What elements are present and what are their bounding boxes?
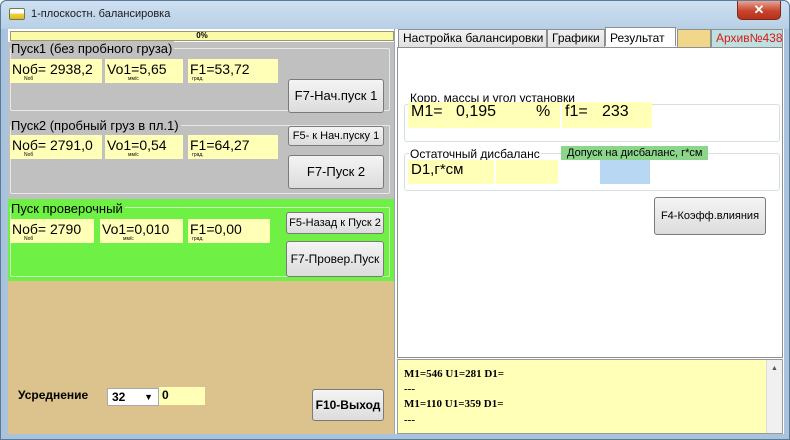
- tab-balancing-settings[interactable]: Настройка балансировки: [398, 29, 547, 47]
- f1-value: 233: [602, 103, 629, 120]
- app-window-icon: [9, 8, 25, 20]
- run2-phase-value: F1=64,27: [190, 137, 250, 153]
- run2-velocity-value: Vo1=0,54: [107, 137, 167, 153]
- m1-unit: %: [536, 103, 551, 120]
- client-area: 0% Пуск1 (без пробного груза) Nоб= 2938,…: [8, 27, 784, 434]
- run2-velocity-field: Vo1=0,54 мм/с: [105, 135, 183, 159]
- run1-phase-unit: град.: [192, 76, 204, 82]
- check-velocity-unit: мм/с: [123, 236, 134, 242]
- averaging-panel: F10-Выход: [8, 281, 394, 434]
- progress-bar: 0%: [10, 31, 394, 41]
- check-phase-value: F1=0,00: [190, 221, 242, 237]
- run2-velocity-unit: мм/с: [128, 152, 139, 158]
- chevron-down-icon: ▼: [144, 392, 153, 402]
- averaging-label: Усреднение: [18, 388, 89, 402]
- log-line: M1=546 U1=281 D1=: [404, 368, 505, 380]
- results-log[interactable]: M1=546 U1=281 D1= --- M1=110 U1=359 D1= …: [397, 359, 783, 434]
- app-window: 1-плоскостн. балансировка ✕ 0% Пуск1 (бе…: [0, 0, 790, 440]
- run2-rpm-value: Nоб= 2791,0: [12, 137, 93, 153]
- close-icon: ✕: [753, 2, 765, 17]
- run1-title: Пуск1 (без пробного груза): [11, 41, 175, 56]
- back-to-run1-button[interactable]: F5- к Нач.пуску 1: [288, 126, 384, 146]
- tab-charts[interactable]: Графики: [547, 29, 605, 47]
- run2-rpm-field: Nоб= 2791,0 Nоб: [10, 135, 102, 159]
- log-line: ---: [404, 383, 415, 395]
- scroll-up-arrow-icon[interactable]: ▲: [771, 364, 778, 372]
- run1-phase-value: F1=53,72: [190, 61, 250, 77]
- tab-bar: Настройка балансировки Графики Результат…: [397, 27, 783, 47]
- start-run1-button[interactable]: F7-Нач.пуск 1: [288, 79, 384, 113]
- influence-coef-button[interactable]: F4-Коэфф.влияния: [654, 197, 766, 235]
- tab-archive[interactable]: Архив№438: [711, 29, 783, 47]
- run1-velocity-value: Vo1=5,65: [107, 61, 167, 77]
- run1-rpm-field: Nоб= 2938,2 Nоб: [10, 59, 102, 83]
- run2-phase-unit: град.: [192, 152, 204, 158]
- run1-panel: Пуск1 (без пробного груза) Nоб= 2938,2 N…: [8, 41, 394, 115]
- d1-field: D1,г*см: [408, 160, 494, 184]
- averaging-select[interactable]: 32 ▼: [107, 388, 159, 406]
- log-line: M1=110 U1=359 D1=: [404, 398, 504, 410]
- back-to-run2-button[interactable]: F5-Назад к Пуск 2: [286, 212, 384, 234]
- m1-value: 0,195: [456, 103, 497, 120]
- check-run-button[interactable]: F7-Провер.Пуск: [286, 241, 384, 277]
- check-run-title: Пуск проверочный: [11, 201, 125, 216]
- run1-velocity-unit: мм/с: [128, 76, 139, 82]
- tab-blank[interactable]: [677, 29, 711, 47]
- run2-title: Пуск2 (пробный груз в пл.1): [11, 118, 181, 133]
- tolerance-label: Допуск на дисбаланс, г*см: [561, 146, 709, 160]
- check-rpm-field: Nоб= 2790 Nоб: [10, 219, 94, 243]
- averaging-select-value: 32: [112, 390, 126, 404]
- f1-label: f1=: [565, 103, 588, 120]
- title-bar[interactable]: 1-плоскостн. балансировка ✕: [1, 1, 789, 29]
- averaging-value-field[interactable]: 0: [159, 387, 205, 405]
- result-page: Корр. массы и угол установки M1= 0,195 %…: [397, 47, 783, 358]
- run1-velocity-field: Vo1=5,65 мм/с: [105, 59, 183, 83]
- run1-rpm-value: Nоб= 2938,2: [12, 61, 93, 77]
- run2-rpm-unit: Nоб: [24, 152, 34, 158]
- window-title: 1-плоскостн. балансировка: [31, 8, 171, 20]
- residual-title: Остаточный дисбаланс: [409, 147, 541, 161]
- log-line: ---: [404, 414, 415, 426]
- log-scrollbar[interactable]: ▲: [766, 360, 782, 433]
- m1-label: M1=: [411, 103, 443, 120]
- run1-rpm-unit: Nоб: [24, 76, 34, 82]
- check-velocity-field: Vo1=0,010 мм/с: [100, 219, 183, 243]
- check-velocity-value: Vo1=0,010: [102, 221, 170, 237]
- check-phase-unit: град.: [192, 236, 204, 242]
- start-run2-button[interactable]: F7-Пуск 2: [288, 155, 384, 189]
- progress-label: 0%: [196, 31, 208, 40]
- run2-phase-field: F1=64,27 град.: [188, 135, 278, 159]
- check-run-panel: Пуск проверочный Nоб= 2790 Nоб Vo1=0,010…: [8, 199, 394, 281]
- check-rpm-unit: Nоб: [24, 236, 34, 242]
- right-pane: Настройка балансировки Графики Результат…: [394, 27, 784, 434]
- m1-field: M1= 0,195 %: [408, 102, 560, 128]
- tolerance-value-field: [600, 160, 650, 184]
- check-rpm-value: Nоб= 2790: [12, 221, 82, 237]
- run2-panel: Пуск2 (пробный груз в пл.1) Nоб= 2791,0 …: [8, 115, 394, 199]
- tab-result[interactable]: Результат: [605, 27, 676, 46]
- d1-value-field: [496, 160, 558, 184]
- d1-label: D1,г*см: [411, 161, 464, 178]
- check-phase-field: F1=0,00 град.: [188, 219, 270, 243]
- exit-button[interactable]: F10-Выход: [312, 389, 384, 421]
- close-button[interactable]: ✕: [737, 1, 781, 20]
- run1-phase-field: F1=53,72 град.: [188, 59, 278, 83]
- f1-field: f1= 233: [562, 102, 652, 128]
